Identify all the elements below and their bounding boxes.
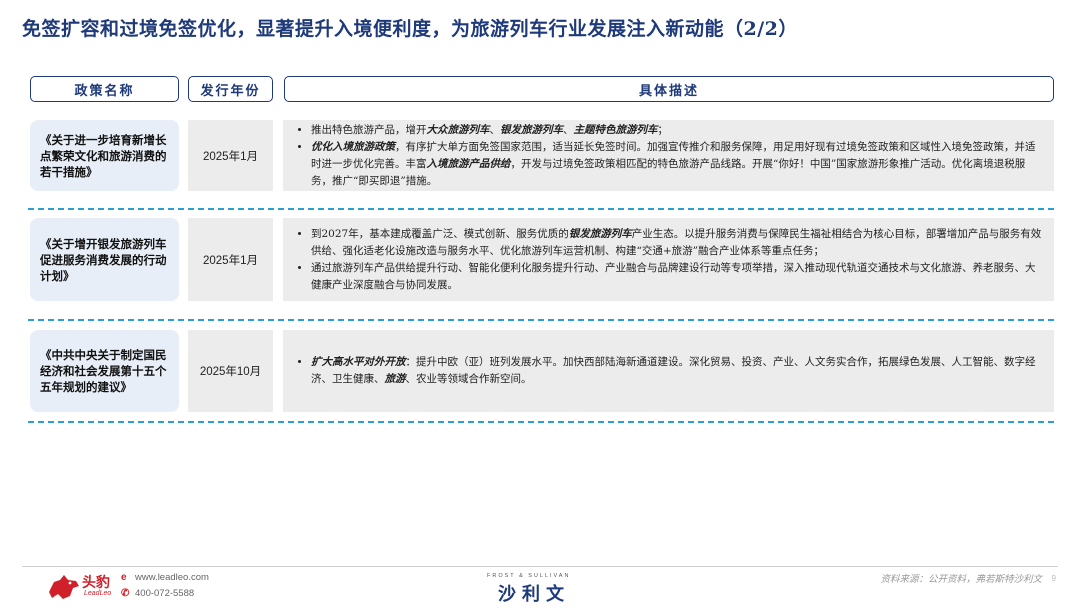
header-policy-name: 政策名称 [30, 76, 179, 102]
policy-year-cell: 2025年1月 [188, 120, 273, 191]
description-bullet-list: 扩大高水平对外开放：提升中欧（亚）班列发展水平。加快西部陆海新通道建设。深化贸易… [293, 354, 1042, 388]
brand-name-cn: 头豹 [82, 575, 110, 591]
row-divider [28, 421, 1054, 423]
brand-name-en: LeadLeo [84, 590, 112, 597]
row-divider [28, 319, 1054, 321]
description-text: 、农业等领域合作新空间。 [405, 373, 532, 385]
description-bullet: 推出特色旅游产品，增开大众旅游列车、银发旅游列车、主题特色旅游列车； [311, 122, 1042, 139]
highlighted-text: 主题特色旅游列车 [573, 123, 658, 136]
policy-description-cell: 到2027年，基本建成覆盖广泛、模式创新、服务优质的银发旅游列车产业生态。以提升… [283, 218, 1054, 301]
policy-description-cell: 推出特色旅游产品，增开大众旅游列车、银发旅游列车、主题特色旅游列车；优化入境旅游… [283, 120, 1054, 191]
leopard-logo-icon [49, 575, 79, 599]
policy-name-cell: 《中共中央关于制定国民经济和社会发展第十五个五年规划的建议》 [30, 330, 179, 412]
highlighted-text: 大众旅游列车 [426, 123, 490, 136]
description-text: 通过旅游列车产品供给提升行动、智能化便利化服务提升行动、产业融合与品牌建设行动等… [311, 261, 1036, 291]
description-text: 推出特色旅游产品，增开 [311, 123, 427, 136]
phone-icon: ✆ [121, 588, 130, 599]
description-bullet: 扩大高水平对外开放：提升中欧（亚）班列发展水平。加快西部陆海新通道建设。深化贸易… [311, 354, 1042, 388]
policy-name-cell: 《关于进一步培育新增长点繁荣文化和旅游消费的若干措施》 [30, 120, 179, 191]
phone-number: ✆ 400-072-5588 [121, 588, 195, 599]
policy-name-cell: 《关于增开银发旅游列车促进服务消费发展的行动计划》 [30, 218, 179, 301]
highlighted-text: 入境旅游产品供给 [426, 157, 511, 170]
highlighted-text: 扩大高水平对外开放 [311, 356, 406, 368]
highlighted-text: 银发旅游列车 [500, 123, 563, 136]
web-icon: e [121, 572, 127, 583]
row-divider [28, 208, 1054, 210]
highlighted-text: 旅游 [384, 373, 406, 385]
frost-sullivan-logo-text: FROST & SULLIVAN [487, 573, 571, 579]
page-title: 免签扩容和过境免签优化，显著提升入境便利度，为旅游列车行业发展注入新动能（2/2… [22, 18, 798, 40]
policy-description-cell: 扩大高水平对外开放：提升中欧（亚）班列发展水平。加快西部陆海新通道建设。深化贸易… [283, 330, 1054, 412]
header-description: 具体描述 [284, 76, 1054, 102]
website-link[interactable]: e www.leadleo.com [121, 572, 209, 583]
frost-sullivan-logo-cn: 沙利文 [498, 584, 570, 605]
highlighted-text: 优化入境旅游政策 [311, 140, 395, 153]
header-release-year: 发行年份 [188, 76, 273, 102]
footer-divider [22, 566, 1058, 567]
description-bullet-list: 推出特色旅游产品，增开大众旅游列车、银发旅游列车、主题特色旅游列车；优化入境旅游… [293, 122, 1042, 190]
description-bullet: 到2027年，基本建成覆盖广泛、模式创新、服务优质的银发旅游列车产业生态。以提升… [311, 226, 1042, 260]
page-number: 9 [1051, 574, 1056, 583]
description-bullet-list: 到2027年，基本建成覆盖广泛、模式创新、服务优质的银发旅游列车产业生态。以提升… [293, 226, 1042, 294]
description-text: 到2027年，基本建成覆盖广泛、模式创新、服务优质的 [311, 227, 569, 240]
description-bullet: 通过旅游列车产品供给提升行动、智能化便利化服务提升行动、产业融合与品牌建设行动等… [311, 260, 1042, 294]
policy-year-cell: 2025年10月 [188, 330, 273, 412]
highlighted-text: 银发旅游列车 [568, 227, 632, 240]
description-text: 、 [489, 123, 501, 136]
description-text: ； [657, 123, 669, 136]
source-note: 资料来源：公开资料，弗若斯特沙利文 [880, 574, 1042, 585]
description-bullet: 优化入境旅游政策，有序扩大单方面免签国家范围，适当延长免签时间。加强宣传推介和服… [311, 139, 1042, 190]
policy-year-cell: 2025年1月 [188, 218, 273, 301]
description-text: 、 [563, 123, 574, 136]
